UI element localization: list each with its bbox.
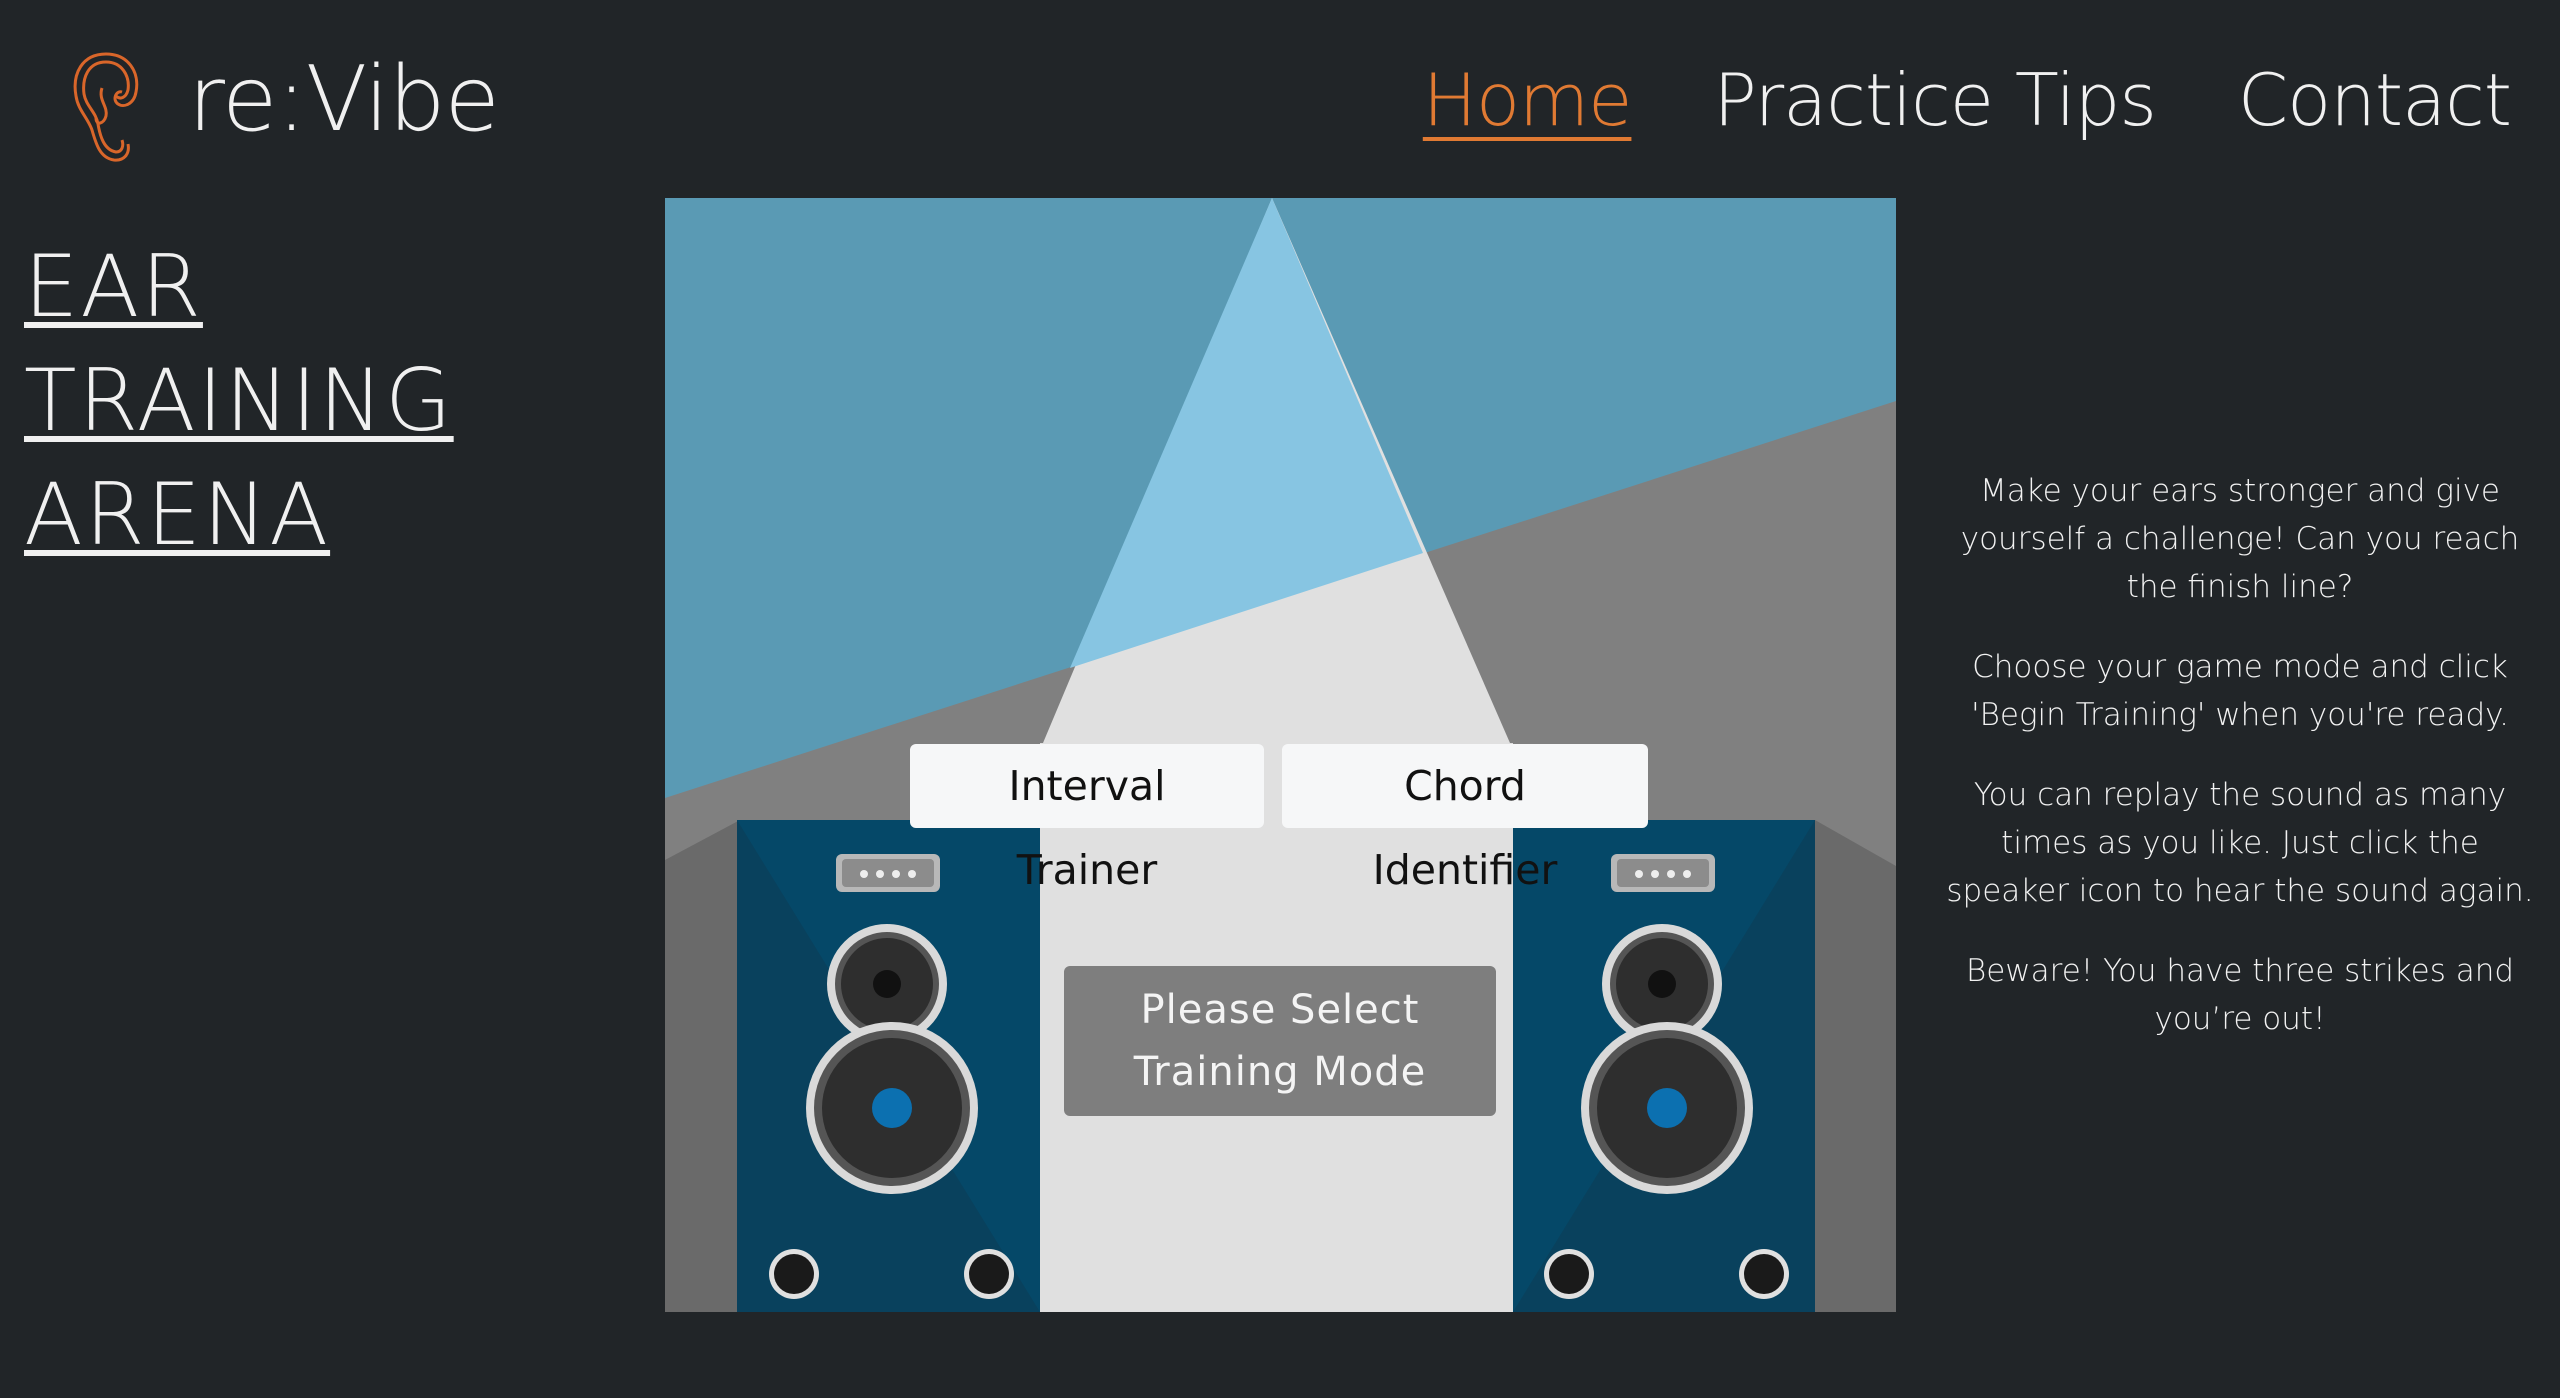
speaker-left-icon[interactable] [737,820,1040,1312]
page-title: EAR TRAINING ARENA [24,230,454,572]
title-line: TRAINING [24,351,454,451]
training-stage: Interval Trainer Chord Identifier Please… [665,198,1896,1312]
speaker-right-icon[interactable] [1513,820,1815,1312]
instruction-text: Choose your game mode and click 'Begin T… [1971,649,2509,733]
stage-illustration [665,198,1896,1312]
instruction-text: Beware! You have three strikes and you’r… [1965,953,2515,1037]
title-line: EAR [24,237,203,337]
instructions-panel: Make your ears stronger and give yoursel… [1940,467,2540,1075]
nav-home[interactable]: Home [1423,50,1633,150]
instruction-text: Make your ears stronger and give yoursel… [1960,473,2520,605]
nav-practice-tips[interactable]: Practice Tips [1713,50,2156,150]
instruction-text: You can replay the sound as many times a… [1946,777,2534,909]
chord-identifier-button[interactable]: Chord Identifier [1282,744,1648,894]
ear-icon[interactable] [66,48,146,166]
nav-contact[interactable]: Contact [2238,50,2512,150]
training-status: Please Select Training Mode [1064,966,1496,1116]
title-line: ARENA [24,465,331,565]
main-nav: Home Practice Tips Contact [1423,50,2512,150]
interval-trainer-button[interactable]: Interval Trainer [910,744,1264,894]
brand-name[interactable]: re:Vibe [188,44,500,156]
